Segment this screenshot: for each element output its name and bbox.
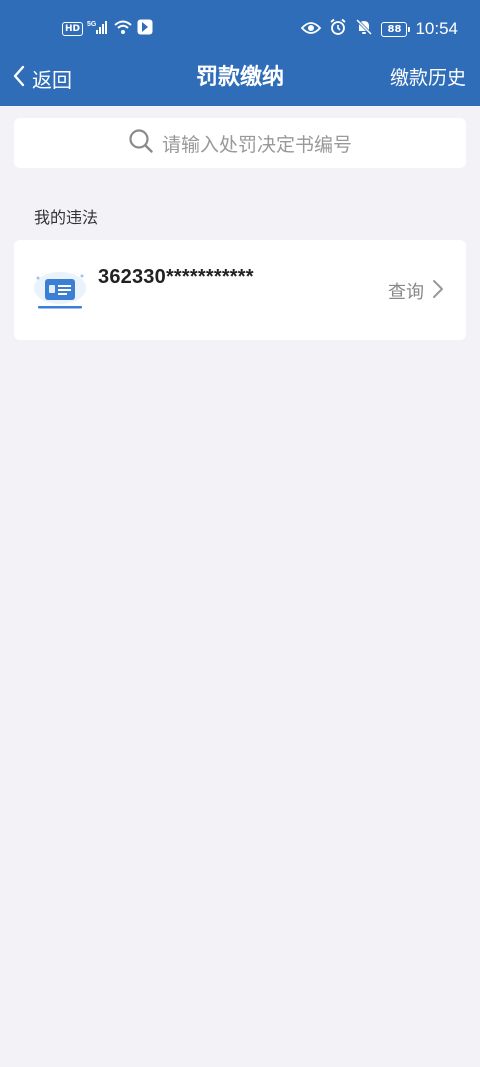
alarm-icon xyxy=(329,18,347,40)
app-header: HD 5G 88 10:54 返回 罚款缴纳 缴款历史 xyxy=(0,0,480,106)
mute-bell-icon xyxy=(355,18,373,40)
eye-icon xyxy=(301,20,322,39)
status-bar: HD 5G 88 10:54 xyxy=(0,0,480,58)
status-right: 88 10:54 xyxy=(301,18,458,40)
chevron-left-icon xyxy=(12,65,26,92)
status-left: HD 5G xyxy=(62,19,153,39)
query-button[interactable]: 查询 xyxy=(388,276,444,306)
id-card-icon xyxy=(32,266,88,314)
search-input[interactable]: 请输入处罚决定书编号 xyxy=(14,118,466,168)
nav-bar: 返回 罚款缴纳 缴款历史 xyxy=(0,58,480,98)
violation-number: 362330*********** xyxy=(98,266,254,288)
payment-history-button[interactable]: 缴款历史 xyxy=(390,60,466,96)
wifi-icon xyxy=(113,19,133,39)
search-placeholder: 请输入处罚决定书编号 xyxy=(161,133,352,156)
section-title: 我的违法 xyxy=(34,208,99,227)
app-notification-icon xyxy=(137,19,153,39)
signal-icon: 5G xyxy=(87,19,109,39)
hd-icon: HD xyxy=(62,22,84,36)
query-label: 查询 xyxy=(388,282,424,303)
battery-icon: 88 xyxy=(381,21,411,37)
back-button[interactable]: 返回 xyxy=(12,60,72,96)
chevron-right-icon xyxy=(432,279,444,304)
violation-card[interactable]: 362330*********** 查询 xyxy=(14,240,466,340)
network-type-label: 5G xyxy=(87,21,97,28)
search-icon xyxy=(128,128,154,159)
status-time: 10:54 xyxy=(415,19,458,38)
back-label: 返回 xyxy=(32,67,72,92)
